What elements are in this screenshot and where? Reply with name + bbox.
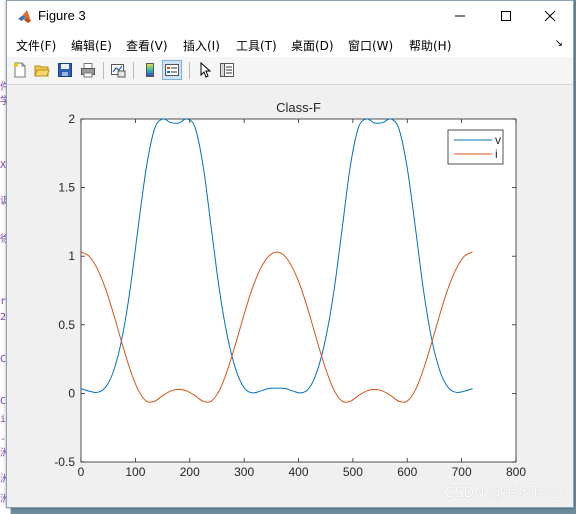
x-tick-label: 500 bbox=[343, 465, 363, 479]
minimize-icon bbox=[455, 15, 465, 17]
toolbar-separator bbox=[103, 62, 104, 79]
colorbar-button[interactable] bbox=[141, 61, 159, 79]
menu-dock-arrow-icon[interactable]: ↘ bbox=[555, 38, 563, 49]
link-plot-icon bbox=[111, 64, 126, 78]
maximize-button[interactable] bbox=[483, 1, 529, 31]
minimize-button[interactable] bbox=[437, 1, 483, 31]
y-tick-label: 1.5 bbox=[58, 181, 75, 195]
toolbar-separator bbox=[133, 62, 134, 79]
matlab-icon bbox=[17, 9, 33, 25]
menu-help[interactable]: 帮助(H) bbox=[409, 37, 451, 54]
save-icon bbox=[58, 63, 72, 77]
menu-desktop[interactable]: 桌面(D) bbox=[291, 37, 334, 54]
legend-label-v: v bbox=[495, 133, 501, 147]
property-inspector-icon bbox=[220, 63, 234, 77]
menu-file[interactable]: 文件(F) bbox=[16, 37, 56, 54]
x-tick-label: 700 bbox=[452, 465, 472, 479]
x-tick-label: 300 bbox=[234, 465, 254, 479]
x-tick-label: 200 bbox=[180, 465, 200, 479]
menu-bar: 文件(F) 编辑(E) 查看(V) 插入(I) 工具(T) 桌面(D) 窗口(W… bbox=[7, 31, 573, 57]
x-tick-label: 100 bbox=[125, 465, 145, 479]
colorbar-icon bbox=[146, 63, 154, 77]
close-button[interactable] bbox=[527, 1, 573, 31]
save-button[interactable] bbox=[56, 61, 74, 79]
figure-window: Figure 3 文件(F) 编辑(E) 查看(V) 插入(I) 工具(T) 桌… bbox=[6, 0, 574, 508]
link-plot-button[interactable] bbox=[109, 61, 127, 79]
toolbar-separator bbox=[189, 62, 190, 79]
figure-canvas: Class-F 0 100 200 300 400 500 600 700 800 -0.5 0 0.5… bbox=[7, 85, 573, 507]
figure-toolbar bbox=[7, 57, 573, 85]
legend-icon bbox=[165, 64, 179, 76]
open-file-button[interactable] bbox=[33, 61, 51, 79]
y-tick-label: -0.5 bbox=[54, 455, 75, 469]
menu-tools[interactable]: 工具(T) bbox=[236, 37, 277, 54]
arrow-cursor-icon bbox=[200, 62, 212, 78]
class-f-plot[interactable]: Class-F0 100 200 300 400 500 600 700 800-0.500.5… bbox=[7, 85, 573, 507]
y-tick-label: 2 bbox=[68, 112, 75, 126]
y-tick-label: 0 bbox=[68, 386, 75, 400]
menu-edit[interactable]: 编辑(E) bbox=[71, 37, 112, 54]
menu-window[interactable]: 窗口(W) bbox=[348, 37, 393, 54]
print-button[interactable] bbox=[79, 61, 97, 79]
print-icon bbox=[81, 63, 95, 78]
menu-view[interactable]: 查看(V) bbox=[126, 37, 168, 54]
maximize-icon bbox=[501, 11, 511, 21]
x-tick-label: 600 bbox=[397, 465, 417, 479]
legend-button[interactable] bbox=[162, 60, 182, 80]
window-title: Figure 3 bbox=[38, 8, 86, 23]
title-bar: Figure 3 bbox=[7, 1, 573, 31]
y-tick-label: 0.5 bbox=[58, 318, 75, 332]
legend-label-i: i bbox=[495, 147, 498, 161]
edit-plot-button[interactable] bbox=[196, 61, 214, 79]
chart-title: Class-F bbox=[276, 100, 321, 115]
new-figure-icon bbox=[14, 62, 26, 78]
menu-insert[interactable]: 插入(I) bbox=[183, 37, 220, 54]
new-figure-button[interactable] bbox=[11, 61, 29, 79]
x-tick-label: 400 bbox=[288, 465, 308, 479]
x-tick-label: 800 bbox=[506, 465, 526, 479]
close-icon bbox=[544, 10, 556, 22]
open-folder-icon bbox=[34, 65, 50, 77]
x-tick-label: 0 bbox=[78, 465, 85, 479]
property-inspector-button[interactable] bbox=[218, 61, 236, 79]
y-tick-label: 1 bbox=[68, 249, 75, 263]
csdn-watermark: CSDN @怡步晓心l bbox=[444, 485, 563, 501]
